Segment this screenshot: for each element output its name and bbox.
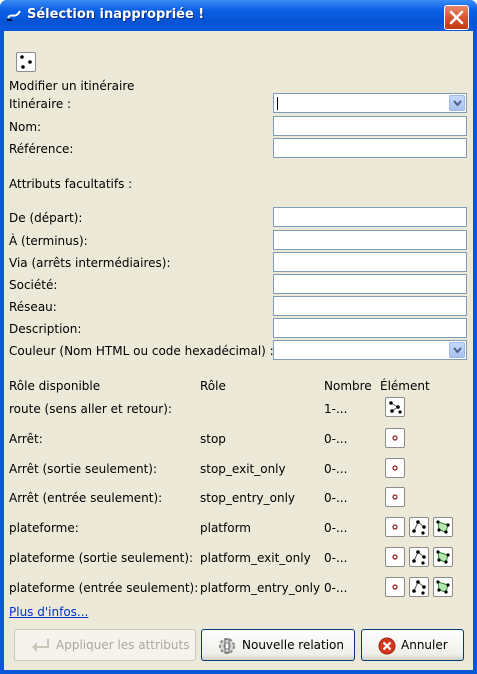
apply-attributes-button[interactable]: Appliquer les attributs	[14, 629, 196, 661]
header-element: Élément	[380, 379, 430, 393]
preset-icon	[16, 52, 36, 72]
window-frame-bottom	[0, 670, 477, 674]
window-title: Sélection inappropriée !	[27, 7, 205, 22]
role-available-label: plateforme (entrée seulement):	[9, 581, 199, 595]
node-icon	[392, 554, 398, 560]
close-icon	[449, 10, 464, 25]
colour-combo[interactable]	[273, 340, 467, 360]
operator-label: Société:	[9, 278, 58, 292]
name-label: Nom:	[9, 120, 42, 134]
dialog-window: Sélection inappropriée ! Modifier un iti…	[0, 0, 477, 674]
apply-attributes-label: Appliquer les attributs	[56, 638, 190, 652]
header-available-role: Rôle disponible	[9, 379, 101, 393]
role-available-label: route (sens aller et retour):	[9, 402, 172, 416]
to-label: À (terminus):	[9, 234, 88, 248]
itinerary-label: Itinéraire :	[9, 97, 72, 111]
area-element-button[interactable]	[433, 547, 453, 567]
dialog-body: Modifier un itinéraire Itinéraire : Nom:…	[4, 31, 473, 670]
more-info-link[interactable]: Plus d'infos...	[9, 605, 88, 619]
role-value: stop_entry_only	[200, 491, 296, 505]
node-icon	[392, 494, 398, 500]
node-element-button[interactable]	[385, 487, 405, 507]
combo-dropdown-button[interactable]	[449, 95, 465, 111]
combo-dropdown-button[interactable]	[449, 342, 465, 358]
role-available-label: Arrêt (sortie seulement):	[9, 462, 158, 476]
name-field[interactable]	[273, 116, 467, 136]
description-field[interactable]	[273, 318, 467, 338]
josm-app-icon	[7, 10, 21, 21]
operator-field[interactable]	[273, 274, 467, 294]
role-count: 0-...	[324, 551, 348, 565]
way-icon	[412, 580, 426, 595]
area-element-button[interactable]	[433, 577, 453, 597]
node-icon	[392, 524, 398, 530]
reference-label: Référence:	[9, 142, 74, 156]
cancel-button[interactable]: Annuler	[361, 629, 464, 661]
area-icon	[436, 580, 450, 594]
role-count: 1-...	[324, 402, 348, 416]
network-field[interactable]	[273, 296, 467, 316]
role-count: 0-...	[324, 521, 348, 535]
section-title: Modifier un itinéraire	[9, 79, 135, 93]
role-available-label: Arrêt:	[9, 432, 43, 446]
from-field[interactable]	[273, 207, 467, 227]
node-element-button[interactable]	[385, 547, 405, 567]
role-available-label: Arrêt (entrée seulement):	[9, 491, 163, 505]
way-element-button[interactable]	[409, 577, 429, 597]
role-value: platform_entry_only	[200, 581, 321, 595]
role-value: stop	[200, 432, 226, 446]
node-element-button[interactable]	[385, 577, 405, 597]
title-bar[interactable]: Sélection inappropriée !	[0, 0, 477, 30]
role-available-label: plateforme:	[9, 521, 79, 535]
optional-attributes-title: Attributs facultatifs :	[9, 177, 133, 191]
role-value: stop_exit_only	[200, 462, 286, 476]
close-button[interactable]	[444, 5, 469, 30]
role-count: 0-...	[324, 581, 348, 595]
node-icon	[392, 584, 398, 590]
colour-label: Couleur (Nom HTML ou code hexadécimal) :	[9, 344, 274, 358]
via-field[interactable]	[273, 252, 467, 272]
description-label: Description:	[9, 322, 82, 336]
way-icon	[412, 520, 426, 535]
role-available-label: plateforme (sortie seulement):	[9, 551, 194, 565]
header-count: Nombre	[324, 379, 372, 393]
role-count: 0-...	[324, 491, 348, 505]
relation-icon	[389, 401, 402, 414]
role-value: platform	[200, 521, 251, 535]
to-field[interactable]	[273, 230, 467, 250]
header-role: Rôle	[200, 379, 226, 393]
area-element-button[interactable]	[433, 517, 453, 537]
relation-gear-icon	[219, 638, 235, 654]
relation-element-button[interactable]	[385, 397, 405, 417]
node-element-button[interactable]	[385, 517, 405, 537]
apply-arrow-icon	[32, 639, 49, 652]
way-icon	[412, 550, 426, 565]
area-icon	[436, 550, 450, 564]
text-caret	[277, 97, 278, 110]
node-icon	[392, 435, 398, 441]
node-icon	[392, 465, 398, 471]
new-relation-button[interactable]: Nouvelle relation	[201, 629, 355, 661]
role-value: platform_exit_only	[200, 551, 311, 565]
role-count: 0-...	[324, 462, 348, 476]
way-element-button[interactable]	[409, 517, 429, 537]
node-element-button[interactable]	[385, 458, 405, 478]
chevron-down-icon	[453, 347, 462, 354]
role-count: 0-...	[324, 432, 348, 446]
via-label: Via (arrêts intermédiaires):	[9, 256, 171, 270]
way-element-button[interactable]	[409, 547, 429, 567]
cancel-icon	[378, 637, 396, 655]
chevron-down-icon	[453, 100, 462, 107]
new-relation-label: Nouvelle relation	[242, 638, 344, 652]
network-label: Réseau:	[9, 300, 57, 314]
itinerary-combo[interactable]	[273, 93, 467, 113]
from-label: De (départ):	[9, 211, 83, 225]
cancel-label: Annuler	[401, 638, 448, 652]
reference-field[interactable]	[273, 138, 467, 158]
area-icon	[436, 520, 450, 534]
node-element-button[interactable]	[385, 428, 405, 448]
